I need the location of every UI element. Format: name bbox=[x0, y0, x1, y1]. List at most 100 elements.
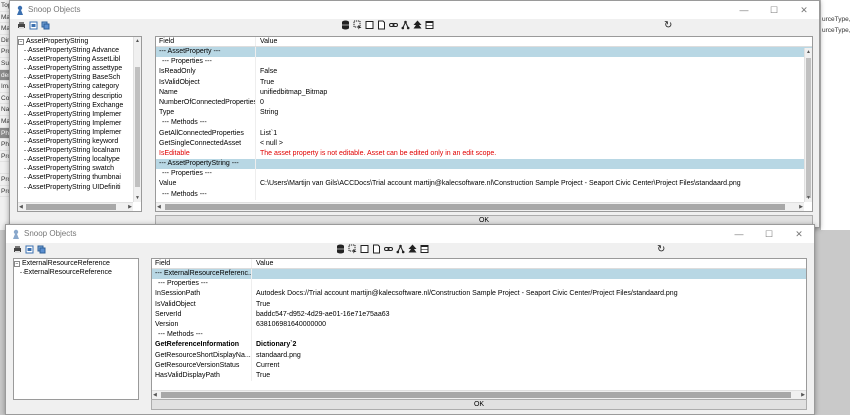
document-icon[interactable] bbox=[372, 244, 381, 254]
value-cell bbox=[256, 159, 812, 169]
tree-horizontal-scrollbar[interactable]: ◀ ▶ bbox=[18, 202, 133, 211]
tree-item[interactable]: AssetPropertyString swatch bbox=[18, 164, 141, 173]
link-icon[interactable] bbox=[389, 20, 398, 30]
grid-row[interactable]: --- Methods --- bbox=[156, 189, 812, 200]
grid-row[interactable]: IsReadOnly False bbox=[156, 67, 812, 78]
field-cell: IsReadOnly bbox=[156, 67, 256, 78]
grid-row[interactable]: --- ExternalResourceReferenc... bbox=[152, 269, 806, 280]
tree-root[interactable]: − ExternalResourceReference bbox=[14, 259, 138, 268]
grid-row[interactable]: --- Properties --- bbox=[152, 279, 806, 290]
table-icon[interactable] bbox=[420, 244, 429, 254]
tree-icon[interactable] bbox=[408, 244, 417, 254]
tree-item[interactable]: AssetPropertyString keyword bbox=[18, 137, 141, 146]
field-cell: IsEditable bbox=[156, 148, 256, 160]
tree-item[interactable]: AssetPropertyString Advance bbox=[18, 46, 141, 55]
grid-row[interactable]: GetResourceVersionStatus Current bbox=[152, 360, 806, 371]
grid-row[interactable]: GetSingleConnectedAsset < null > bbox=[156, 138, 812, 149]
maximize-button[interactable]: ☐ bbox=[759, 1, 789, 19]
grid-row[interactable]: --- AssetPropertyString --- bbox=[156, 159, 812, 170]
tree-item[interactable]: AssetPropertyString Implemer bbox=[18, 119, 141, 128]
value-cell: True bbox=[256, 300, 271, 308]
copy-icon[interactable] bbox=[37, 245, 46, 254]
print-icon[interactable] bbox=[17, 21, 26, 30]
field-cell: --- Properties --- bbox=[156, 169, 256, 180]
grid-row[interactable]: HasValidDisplayPath True bbox=[152, 370, 806, 382]
tree-item[interactable]: AssetPropertyString category bbox=[18, 82, 141, 91]
value-cell: Autodesk Docs://Trial account martijn@ka… bbox=[256, 290, 678, 298]
grid-row[interactable]: GetAllConnectedProperties List`1 bbox=[156, 128, 812, 139]
tree-item[interactable]: AssetPropertyString BaseSch bbox=[18, 73, 141, 82]
database-icon[interactable] bbox=[341, 20, 350, 30]
title-bar[interactable]: Snoop Objects — ☐ ✕ bbox=[6, 225, 814, 243]
table-icon[interactable] bbox=[425, 20, 434, 30]
grid-horizontal-scrollbar[interactable]: ◀ ▶ bbox=[156, 202, 804, 211]
snoop-toolbar bbox=[336, 244, 429, 257]
minimize-button[interactable]: — bbox=[729, 1, 759, 19]
document-icon[interactable] bbox=[377, 20, 386, 30]
close-button[interactable]: ✕ bbox=[789, 1, 819, 19]
grid-row[interactable]: GetReferenceInformation Dictionary`2 bbox=[152, 340, 806, 351]
grid-row[interactable]: InSessionPath Autodesk Docs://Trial accou… bbox=[152, 289, 806, 300]
grid-row[interactable]: Name unifiedbitmap_Bitmap bbox=[156, 87, 812, 98]
object-tree: − ExternalResourceReference ExternalResou… bbox=[13, 258, 139, 400]
print-preview-icon[interactable] bbox=[25, 245, 34, 254]
tree-item[interactable]: AssetPropertyString assettype bbox=[18, 64, 141, 73]
close-button[interactable]: ✕ bbox=[784, 225, 814, 243]
view-icon[interactable] bbox=[365, 20, 374, 30]
field-column-header[interactable]: Field bbox=[152, 259, 252, 268]
grid-row[interactable]: --- AssetProperty --- bbox=[156, 47, 812, 58]
tree-item[interactable]: ExternalResourceReference bbox=[14, 268, 138, 277]
refresh-icon[interactable]: ↻ bbox=[657, 244, 665, 255]
tree-item[interactable]: AssetPropertyString thumbnai bbox=[18, 173, 141, 182]
tree-item[interactable]: AssetPropertyString Implemer bbox=[18, 128, 141, 137]
grid-row[interactable]: IsValidObject True bbox=[152, 299, 806, 310]
grid-row[interactable]: Version 638106981640000000 bbox=[152, 319, 806, 331]
collapse-toggle[interactable]: − bbox=[14, 261, 20, 267]
value-cell: 638106981640000000 bbox=[256, 320, 327, 328]
tree-item[interactable]: AssetPropertyString UIDefiniti bbox=[18, 183, 141, 192]
value-column-header[interactable]: Value bbox=[252, 259, 806, 268]
title-bar[interactable]: Snoop Objects — ☐ ✕ bbox=[10, 1, 819, 19]
tree-root[interactable]: − AssetPropertyString bbox=[18, 37, 141, 46]
grid-row[interactable]: --- Properties --- bbox=[156, 57, 812, 68]
refresh-icon[interactable]: ↻ bbox=[664, 20, 672, 31]
tree-icon[interactable] bbox=[413, 20, 422, 30]
grid-row[interactable]: --- Methods --- bbox=[152, 330, 806, 341]
link-icon[interactable] bbox=[384, 244, 393, 254]
collapse-toggle[interactable]: − bbox=[18, 39, 24, 45]
tree-item[interactable]: AssetPropertyString Implemer bbox=[18, 110, 141, 119]
grid-row[interactable]: --- Properties --- bbox=[156, 169, 812, 180]
network-icon[interactable] bbox=[396, 244, 405, 254]
tree-item[interactable]: AssetPropertyString localnam bbox=[18, 146, 141, 155]
value-cell bbox=[256, 190, 812, 200]
grid-row[interactable]: --- Methods --- bbox=[156, 118, 812, 129]
tree-vertical-scrollbar[interactable]: ▲ ▼ bbox=[133, 37, 141, 202]
network-icon[interactable] bbox=[401, 20, 410, 30]
tree-item[interactable]: AssetPropertyString descriptio bbox=[18, 92, 141, 101]
database-icon[interactable] bbox=[336, 244, 345, 254]
field-cell: Name bbox=[156, 87, 256, 98]
grid-row[interactable]: IsValidObject True bbox=[156, 77, 812, 88]
select-object-icon[interactable] bbox=[348, 244, 357, 254]
grid-row[interactable]: Type String bbox=[156, 108, 812, 119]
grid-horizontal-scrollbar[interactable]: ◀ ▶ bbox=[152, 390, 806, 399]
minimize-button[interactable]: — bbox=[724, 225, 754, 243]
grid-row[interactable]: GetResourceShortDisplayNa... standaard.pn… bbox=[152, 350, 806, 361]
grid-row[interactable]: NumberOfConnectedProperties 0 bbox=[156, 97, 812, 109]
select-object-icon[interactable] bbox=[353, 20, 362, 30]
value-column-header[interactable]: Value bbox=[256, 37, 812, 46]
grid-row[interactable]: ServerId baddc547-d952-4d29-ae01-16e71e75… bbox=[152, 309, 806, 320]
grid-row[interactable]: IsEditable The asset property is not edit… bbox=[156, 148, 812, 160]
maximize-button[interactable]: ☐ bbox=[754, 225, 784, 243]
field-column-header[interactable]: Field bbox=[156, 37, 256, 46]
tree-item[interactable]: AssetPropertyString AssetLibl bbox=[18, 55, 141, 64]
print-icon[interactable] bbox=[13, 245, 22, 254]
ok-button[interactable]: OK bbox=[151, 399, 807, 410]
view-icon[interactable] bbox=[360, 244, 369, 254]
grid-vertical-scrollbar[interactable]: ▲ ▼ bbox=[804, 48, 812, 202]
tree-item[interactable]: AssetPropertyString Exchange bbox=[18, 101, 141, 110]
copy-icon[interactable] bbox=[41, 21, 50, 30]
print-preview-icon[interactable] bbox=[29, 21, 38, 30]
tree-item[interactable]: AssetPropertyString localtype bbox=[18, 155, 141, 164]
grid-row[interactable]: Value C:\Users\Martijn van Gils\ACCDocs\T… bbox=[156, 179, 812, 190]
